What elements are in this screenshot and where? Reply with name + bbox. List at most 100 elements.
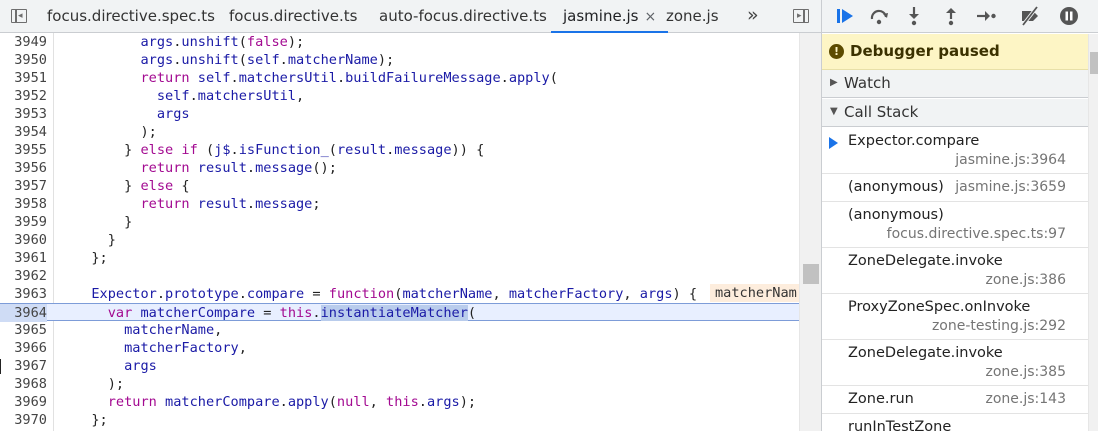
- code-line[interactable]: 3952 self.matchersUtil,: [0, 87, 799, 105]
- line-number[interactable]: 3965: [0, 321, 47, 339]
- line-number[interactable]: 3949: [0, 33, 47, 51]
- navigator-panel-icon: ◂: [11, 9, 27, 23]
- debugger-scrollbar-thumb[interactable]: [1090, 52, 1098, 74]
- code-text: Expector.prototype.compare = function(ma…: [91, 286, 698, 302]
- code-text: args: [156, 106, 190, 122]
- line-number[interactable]: 3962: [0, 267, 47, 285]
- current-frame-pointer-icon: [829, 137, 838, 149]
- code-line[interactable]: 3960 }: [0, 231, 799, 249]
- editor-tab-bar: ◂ focus.directive.spec.ts focus.directiv…: [0, 0, 821, 33]
- tab-jasmine-js[interactable]: jasmine.js ×: [551, 0, 669, 33]
- code-text: };: [75, 250, 108, 266]
- code-line[interactable]: 3966 matcherFactory,: [0, 339, 799, 357]
- call-frame-current[interactable]: Expector.compare jasmine.js:3964: [822, 128, 1088, 174]
- code-line[interactable]: 3970 };: [0, 411, 799, 429]
- code-line[interactable]: 3951 return self.matchersUtil.buildFailu…: [0, 69, 799, 87]
- call-stack-section-header[interactable]: ▼ Call Stack: [822, 99, 1088, 127]
- close-tab-icon[interactable]: ×: [644, 9, 656, 25]
- call-frame[interactable]: ZoneDelegate.invoke zone.js:385: [822, 340, 1088, 386]
- code-line[interactable]: 3961 };: [0, 249, 799, 267]
- code-line[interactable]: 3965 matcherName,: [0, 321, 799, 339]
- debugger-scrollbar[interactable]: [1088, 34, 1098, 431]
- selected-identifier[interactable]: instantiateMatcher: [320, 305, 468, 321]
- frame-function: Zone.run: [848, 391, 914, 407]
- tab-zone-js[interactable]: zone.js: [666, 0, 719, 33]
- line-number[interactable]: 3954: [0, 123, 47, 141]
- code-text: }: [75, 232, 116, 248]
- tab-auto-focus-directive[interactable]: auto-focus.directive.ts: [379, 0, 547, 33]
- more-tabs-chevron-icon[interactable]: »: [747, 0, 759, 33]
- code-text: self.matchersUtil,: [156, 88, 305, 104]
- code-line[interactable]: 3967 args: [0, 357, 799, 375]
- line-number[interactable]: 3957: [0, 177, 47, 195]
- step-into-icon[interactable]: [903, 5, 925, 27]
- code-line[interactable]: 3954 );: [0, 123, 799, 141]
- current-execution-line[interactable]: 3964 var matcherCompare = this.instantia…: [0, 303, 799, 322]
- code-line[interactable]: 3963 Expector.prototype.compare = functi…: [0, 284, 799, 303]
- line-number[interactable]: 3968: [0, 375, 47, 393]
- code-line[interactable]: 3955 } else if (j$.isFunction_(result.me…: [0, 141, 799, 159]
- line-number[interactable]: 3953: [0, 105, 47, 123]
- line-number[interactable]: 3963: [0, 285, 47, 303]
- frame-function: ProxyZoneSpec.onInvoke: [848, 299, 1031, 315]
- code-view[interactable]: 3949 args.unshift(false); 3950 args.unsh…: [0, 33, 799, 431]
- frame-location: zone.js:386: [985, 272, 1066, 288]
- code-text: var matcherCompare = this.instantiateMat…: [107, 305, 477, 321]
- line-number[interactable]: 3951: [0, 69, 47, 87]
- call-frame[interactable]: (anonymous) jasmine.js:3659: [822, 174, 1088, 202]
- step-over-icon[interactable]: [868, 5, 890, 27]
- line-number[interactable]: 3950: [0, 51, 47, 69]
- editor-scrollbar[interactable]: [799, 33, 821, 431]
- code-text: matcherFactory,: [124, 340, 247, 356]
- debugger-toolbar: [822, 0, 1098, 33]
- line-number[interactable]: 3952: [0, 87, 47, 105]
- editor-pane: ◂ focus.directive.spec.ts focus.directiv…: [0, 0, 821, 431]
- pause-on-exceptions-icon[interactable]: [1058, 5, 1080, 27]
- code-line[interactable]: 3968 );: [0, 375, 799, 393]
- paused-message: Debugger paused: [850, 42, 1000, 60]
- toggle-navigator-button[interactable]: ◂: [8, 5, 30, 27]
- call-frame[interactable]: (anonymous) focus.directive.spec.ts:97: [822, 202, 1088, 248]
- code-line[interactable]: 3950 args.unshift(self.matcherName);: [0, 51, 799, 69]
- tab-focus-directive-spec[interactable]: focus.directive.spec.ts: [47, 0, 215, 33]
- code-line[interactable]: 3949 args.unshift(false);: [0, 33, 799, 51]
- line-number[interactable]: 3961: [0, 249, 47, 267]
- deactivate-breakpoints-icon[interactable]: [1019, 5, 1041, 27]
- call-frame[interactable]: Zone.run zone.js:143: [822, 386, 1088, 414]
- toggle-debugger-button[interactable]: ▸: [790, 5, 812, 27]
- collapse-triangle-icon: ▼: [830, 106, 838, 117]
- code-line[interactable]: 3969 return matcherCompare.apply(null, t…: [0, 393, 799, 411]
- line-number[interactable]: 3956: [0, 159, 47, 177]
- debugger-paused-banner: ! Debugger paused: [822, 34, 1088, 70]
- resume-icon[interactable]: [834, 5, 856, 27]
- watch-section-header[interactable]: ▶ Watch: [822, 70, 1088, 98]
- code-text: args: [124, 358, 157, 374]
- line-number[interactable]: 3969: [0, 393, 47, 411]
- frame-function: ZoneDelegate.invoke: [848, 345, 1003, 361]
- step-icon[interactable]: [975, 5, 997, 27]
- line-number[interactable]: 3959: [0, 213, 47, 231]
- tab-focus-directive[interactable]: focus.directive.ts: [229, 0, 357, 33]
- line-number[interactable]: 3955: [0, 141, 47, 159]
- line-number[interactable]: 3966: [0, 339, 47, 357]
- line-number[interactable]: 3958: [0, 195, 47, 213]
- code-text: return result.message();: [140, 160, 337, 176]
- code-line[interactable]: 3956 return result.message();: [0, 159, 799, 177]
- step-out-icon[interactable]: [940, 5, 962, 27]
- code-line[interactable]: 3962: [0, 267, 799, 285]
- editor-scrollbar-thumb[interactable]: [803, 264, 819, 284]
- line-number[interactable]: 3967: [0, 357, 47, 375]
- code-line[interactable]: 3959 }: [0, 213, 799, 231]
- line-number[interactable]: 3964: [0, 304, 47, 322]
- call-frame[interactable]: ZoneDelegate.invoke zone.js:386: [822, 248, 1088, 294]
- line-number[interactable]: 3970: [0, 411, 47, 429]
- code-line[interactable]: 3957 } else {: [0, 177, 799, 195]
- code-text: return self.matchersUtil.buildFailureMes…: [140, 70, 558, 86]
- line-number[interactable]: 3960: [0, 231, 47, 249]
- debugger-pane: ! Debugger paused ▶ Watch ▼ Call Stack E…: [821, 0, 1098, 431]
- call-frame[interactable]: ProxyZoneSpec.onInvoke zone-testing.js:2…: [822, 294, 1088, 340]
- call-frame[interactable]: runInTestZone: [822, 414, 1088, 431]
- code-line[interactable]: 3953 args: [0, 105, 799, 123]
- code-text: );: [75, 376, 125, 392]
- code-line[interactable]: 3958 return result.message;: [0, 195, 799, 213]
